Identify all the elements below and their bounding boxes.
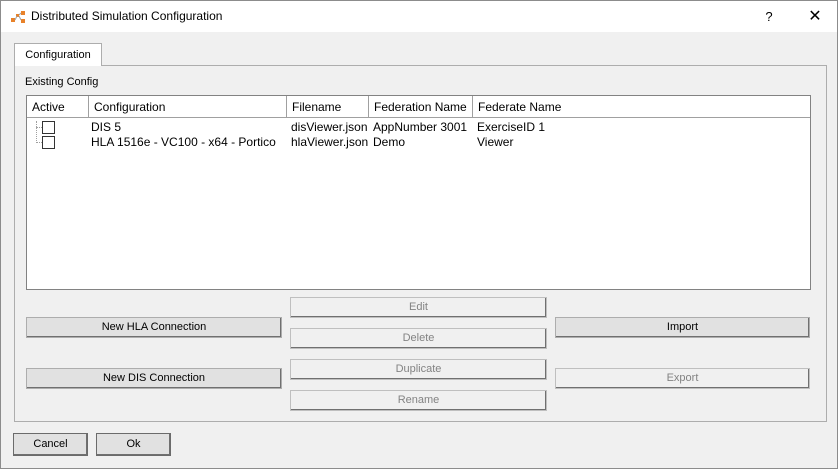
window-title: Distributed Simulation Configuration: [31, 9, 223, 23]
table-row[interactable]: DIS 5 disViewer.json AppNumber 3001 Exer…: [27, 120, 810, 135]
ok-button[interactable]: Ok: [96, 433, 171, 456]
network-icon: [11, 11, 25, 23]
cell-filename: hlaViewer.json: [291, 135, 369, 149]
column-header-federation-name[interactable]: Federation Name: [369, 96, 473, 117]
edit-button[interactable]: Edit: [290, 297, 547, 318]
cancel-button[interactable]: Cancel: [13, 433, 88, 456]
cell-federate-name: Viewer: [477, 135, 514, 149]
table-row[interactable]: HLA 1516e - VC100 - x64 - Portico hlaVie…: [27, 135, 810, 150]
close-button[interactable]: ✕: [793, 1, 837, 32]
column-header-filename[interactable]: Filename: [287, 96, 369, 117]
cell-filename: disViewer.json: [291, 120, 368, 134]
existing-config-label: Existing Config: [25, 76, 99, 88]
tab-configuration[interactable]: Configuration: [14, 43, 102, 66]
config-table[interactable]: Active Configuration Filename Federation…: [26, 95, 811, 290]
active-checkbox[interactable]: [42, 121, 55, 134]
dialog-window: Distributed Simulation Configuration ? ✕…: [0, 0, 838, 469]
rename-button[interactable]: Rename: [290, 390, 547, 411]
column-header-configuration[interactable]: Configuration: [89, 96, 287, 117]
cell-federation-name: Demo: [373, 135, 406, 149]
delete-button[interactable]: Delete: [290, 328, 547, 349]
export-button[interactable]: Export: [555, 368, 810, 389]
active-checkbox[interactable]: [42, 136, 55, 149]
title-bar[interactable]: Distributed Simulation Configuration ? ✕: [1, 1, 837, 32]
new-dis-connection-button[interactable]: New DIS Connection: [26, 368, 282, 389]
help-button[interactable]: ?: [751, 1, 787, 32]
cell-federation-name: AppNumber 3001: [373, 120, 468, 134]
new-hla-connection-button[interactable]: New HLA Connection: [26, 317, 282, 338]
table-header: Active Configuration Filename Federation…: [27, 96, 810, 118]
cell-configuration: HLA 1516e - VC100 - x64 - Portico: [91, 135, 276, 149]
duplicate-button[interactable]: Duplicate: [290, 359, 547, 380]
cell-configuration: DIS 5: [91, 120, 122, 134]
column-header-federate-name[interactable]: Federate Name: [473, 96, 810, 117]
cell-federate-name: ExerciseID 1: [477, 120, 546, 134]
import-button[interactable]: Import: [555, 317, 810, 338]
column-header-active[interactable]: Active: [27, 96, 89, 117]
